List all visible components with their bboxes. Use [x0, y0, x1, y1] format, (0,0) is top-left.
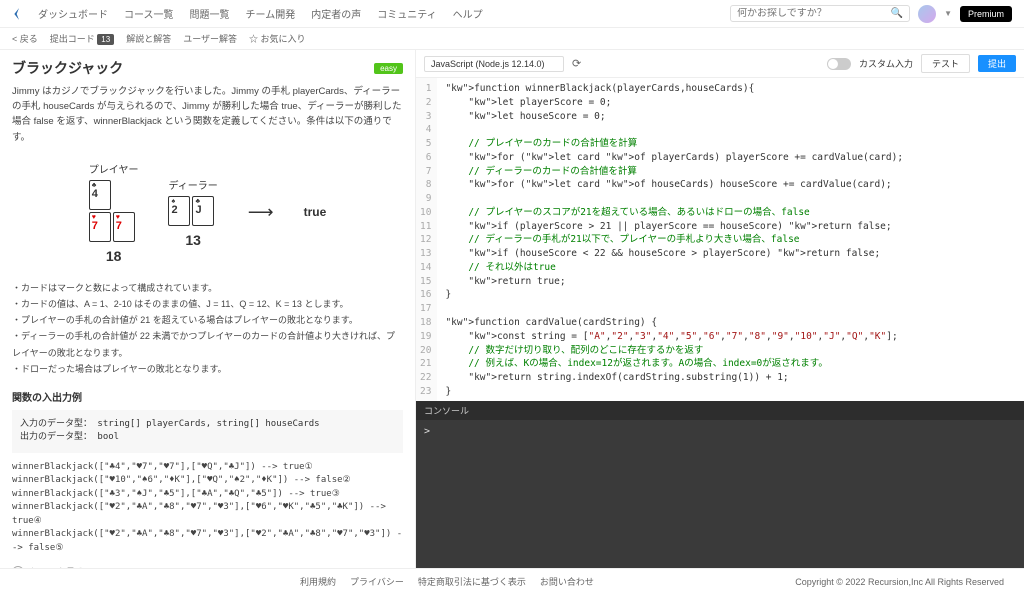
dealer-label: ディーラー: [168, 177, 217, 192]
submit-count-badge: 13: [97, 34, 114, 45]
editor-toolbar: JavaScript (Node.js 12.14.0) ⟳ カスタム入力 テス…: [416, 50, 1024, 78]
example-line: winnerBlackjack(["♣3","♠J","♣5"],["♣A","…: [12, 488, 403, 502]
io-output: 出力のデータ型： bool: [20, 431, 395, 445]
rule-item: カードはマークと数によって構成されています。: [12, 280, 403, 296]
footer: 利用規約 プライバシー 特定商取引法に基づく表示 お問い合わせ Copyright ©…: [0, 568, 1024, 594]
rule-item: ディーラーの手札の合計値が 22 未満でかつプレイヤーのカードの合計値より大きけ…: [12, 328, 403, 360]
favorite-toggle[interactable]: ☆ お気に入り: [249, 32, 306, 45]
io-box: 入力のデータ型： string[] playerCards, string[] …: [12, 410, 403, 453]
example-line: winnerBlackjack(["♣4","♥7","♥7"],["♥Q","…: [12, 461, 403, 475]
example-line: winnerBlackjack(["♥2","♣A","♣8","♥7","♥3…: [12, 501, 403, 528]
subheader: < 戻る 提出コード 13 解説と解答 ユーザー解答 ☆ お気に入り: [0, 28, 1024, 50]
editor-panel: JavaScript (Node.js 12.14.0) ⟳ カスタム入力 テス…: [415, 50, 1024, 580]
card-diagram: プレイヤー ♣4 ♥7 ♥7 18 ディーラー ♠2 ♣J: [12, 161, 403, 264]
footer-link[interactable]: 利用規約: [300, 575, 336, 588]
difficulty-badge: easy: [374, 63, 403, 74]
rules-list: カードはマークと数によって構成されています。カードの値は、A = 1、2-10 …: [12, 280, 403, 377]
avatar[interactable]: [918, 5, 936, 23]
nav-item[interactable]: ヘルプ: [453, 6, 483, 21]
custom-input-toggle[interactable]: [827, 58, 851, 70]
result-label: true: [304, 205, 327, 219]
examples: winnerBlackjack(["♣4","♥7","♥7"],["♥Q","…: [12, 461, 403, 556]
player-label: プレイヤー: [89, 161, 139, 176]
user-answer-tab[interactable]: ユーザー解答: [183, 32, 237, 45]
language-select[interactable]: JavaScript (Node.js 12.14.0): [424, 56, 564, 72]
test-button[interactable]: テスト: [921, 54, 970, 73]
explanation-tab[interactable]: 解説と解答: [126, 32, 171, 45]
chevron-down-icon[interactable]: ▼: [944, 9, 952, 18]
problem-description: Jimmy はカジノでブラックジャックを行いました。Jimmy の手札 play…: [12, 84, 403, 145]
example-line: winnerBlackjack(["♥10","♠6","♦K"],["♥Q",…: [12, 474, 403, 488]
problem-panel: ブラックジャック easy Jimmy はカジノでブラックジャックを行いました。…: [0, 50, 415, 580]
player-score: 18: [89, 248, 139, 264]
card: ♣4: [89, 180, 111, 210]
search-input[interactable]: [737, 8, 891, 19]
logo-icon[interactable]: [12, 7, 26, 21]
premium-button[interactable]: Premium: [960, 6, 1012, 22]
rule-item: ドローだった場合はプレイヤーの敗北となります。: [12, 361, 403, 377]
code-editor[interactable]: 1234567891011121314151617181920212223242…: [416, 78, 1024, 401]
nav-item[interactable]: コース一覧: [124, 6, 174, 21]
io-input: 入力のデータ型： string[] playerCards, string[] …: [20, 418, 395, 432]
nav-item[interactable]: 問題一覧: [190, 6, 230, 21]
dealer-score: 13: [168, 232, 217, 248]
arrow-icon: ⟶: [248, 202, 274, 223]
card: ♠2: [168, 196, 190, 226]
io-title: 関数の入出力例: [12, 389, 403, 404]
nav-item[interactable]: 内定者の声: [311, 6, 361, 21]
console-body: >: [416, 420, 1024, 580]
reload-icon[interactable]: ⟳: [572, 57, 581, 70]
rule-item: カードの値は、A = 1、2-10 はそのままの値、J = 11、Q = 12、…: [12, 296, 403, 312]
rule-item: プレイヤーの手札の合計値が 21 を超えている場合はプレイヤーの敗北となります。: [12, 312, 403, 328]
card: ♥7: [89, 212, 111, 242]
submitted-tab[interactable]: 提出コード 13: [50, 32, 114, 45]
nav-item[interactable]: ダッシュボード: [38, 6, 108, 21]
problem-title: ブラックジャック: [12, 58, 123, 78]
footer-link[interactable]: プライバシー: [350, 575, 404, 588]
search-box[interactable]: 🔍: [730, 5, 910, 22]
back-link[interactable]: < 戻る: [12, 32, 38, 45]
main-header: ダッシュボードコース一覧問題一覧チーム開発内定者の声コミュニティヘルプ 🔍 ▼ …: [0, 0, 1024, 28]
card: ♣J: [192, 196, 214, 226]
nav-item[interactable]: コミュニティ: [377, 6, 436, 21]
main-nav: ダッシュボード コース一覧 問題一覧 チーム開発内定者の声 コミュニティ ヘルプ: [38, 6, 483, 21]
search-icon[interactable]: 🔍: [891, 8, 903, 19]
copyright: Copyright © 2022 Recursion,Inc All Right…: [795, 577, 1004, 587]
footer-link[interactable]: お問い合わせ: [540, 575, 594, 588]
console-header[interactable]: コンソール: [416, 401, 1024, 420]
nav-item[interactable]: チーム開発: [246, 6, 296, 21]
submit-button[interactable]: 提出: [978, 55, 1016, 72]
card: ♥7: [113, 212, 135, 242]
example-line: winnerBlackjack(["♥2","♣A","♣8","♥7","♥3…: [12, 528, 403, 555]
footer-link[interactable]: 特定商取引法に基づく表示: [418, 575, 526, 588]
custom-input-label: カスタム入力: [859, 57, 913, 70]
